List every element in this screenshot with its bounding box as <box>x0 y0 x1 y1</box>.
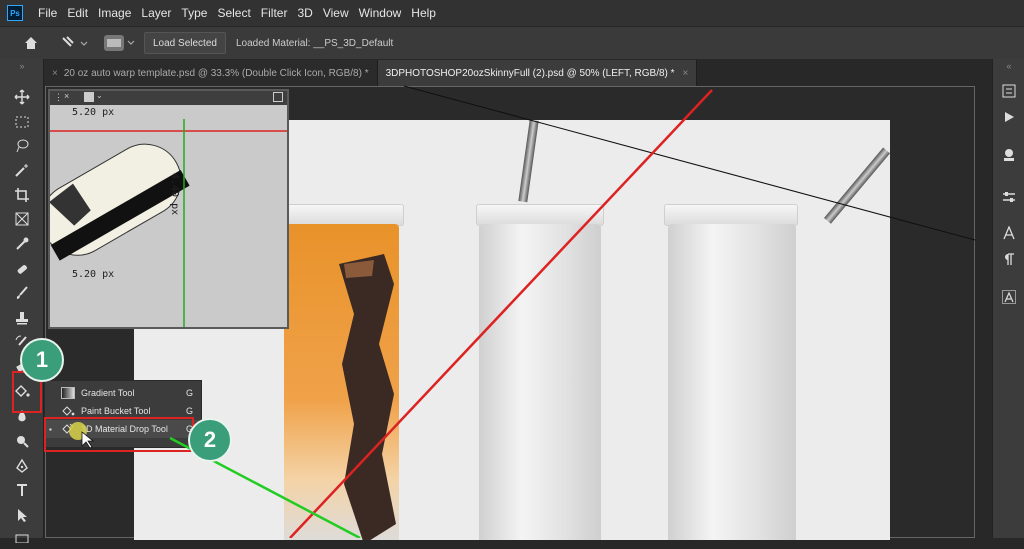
tab-label: 3DPHOTOSHOP20ozSkinnyFull (2).psd @ 50% … <box>385 67 675 79</box>
top-measurement: 5.20 px <box>72 107 115 118</box>
tumbler-lid <box>284 204 404 226</box>
menu-view[interactable]: View <box>318 6 354 20</box>
tools-panel: » <box>0 59 44 543</box>
rectangle-tool-icon[interactable] <box>10 527 34 549</box>
shortcut-key: G <box>185 406 193 416</box>
close-preview-icon[interactable]: × <box>64 91 69 101</box>
tumbler-lid <box>476 204 604 226</box>
paint-bucket-icon <box>61 405 75 417</box>
grip-icon[interactable]: ⋮ <box>54 92 63 103</box>
gradient-tool-label: Gradient Tool <box>81 388 135 398</box>
menu-bar: Ps File Edit Image Layer Type Select Fil… <box>0 0 1024 26</box>
clone-stamp-icon[interactable] <box>10 307 34 329</box>
gradient-icon <box>61 387 75 399</box>
options-bar: Load Selected Loaded Material: __PS_3D_D… <box>0 27 1024 59</box>
right-panel-dock: « <box>992 59 1024 538</box>
move-tool-icon[interactable] <box>10 86 34 108</box>
path-selection-icon[interactable] <box>10 504 34 526</box>
adjustments-panel-icon[interactable] <box>999 187 1019 207</box>
step-badge-1: 1 <box>20 338 64 382</box>
material-swatch-picker[interactable] <box>100 32 138 54</box>
close-tab-icon[interactable]: × <box>683 68 689 79</box>
home-icon[interactable] <box>14 32 48 54</box>
menu-layer[interactable]: Layer <box>136 6 176 20</box>
healing-brush-icon[interactable] <box>10 258 34 280</box>
paint-bucket-tool-label: Paint Bucket Tool <box>81 406 151 416</box>
side-measurement: 4.40 px <box>169 173 180 216</box>
tumbler-lid <box>664 204 798 226</box>
paragraph-panel-icon[interactable] <box>999 249 1019 269</box>
close-tab-icon[interactable]: × <box>52 68 58 79</box>
shortcut-key: G <box>185 388 193 398</box>
libraries-panel-icon[interactable] <box>999 145 1019 165</box>
menu-select[interactable]: Select <box>212 6 255 20</box>
orange-glitter-tumbler <box>284 224 399 540</box>
magic-wand-icon[interactable] <box>10 159 34 181</box>
tab-auto-warp-template[interactable]: × 20 oz auto warp template.psd @ 33.3% (… <box>44 60 378 86</box>
tab-label: 20 oz auto warp template.psd @ 33.3% (Do… <box>63 67 369 79</box>
step-badge-2: 2 <box>188 418 232 462</box>
glyphs-panel-icon[interactable] <box>999 287 1019 307</box>
menu-edit[interactable]: Edit <box>62 6 93 20</box>
photoshop-logo: Ps <box>7 5 23 21</box>
chevron-down-icon[interactable]: ⌄ <box>96 91 103 100</box>
document-tab-bar: × 20 oz auto warp template.psd @ 33.3% (… <box>44 60 980 86</box>
uv-preview-panel[interactable]: ⋮ × ⌄ 5.20 px 4.40 px 5.20 px <box>48 89 289 329</box>
gradient-tool-item[interactable]: Gradient Tool G <box>45 384 201 402</box>
tool-preset-picker[interactable] <box>54 32 94 54</box>
menu-type[interactable]: Type <box>176 6 212 20</box>
load-selected-button[interactable]: Load Selected <box>144 32 226 54</box>
menu-3d[interactable]: 3D <box>292 6 317 20</box>
menu-filter[interactable]: Filter <box>256 6 293 20</box>
menu-image[interactable]: Image <box>93 6 136 20</box>
pen-tool-icon[interactable] <box>10 455 34 477</box>
frame-tool-icon[interactable] <box>10 208 34 230</box>
expand-panels-icon[interactable]: « <box>999 61 1019 71</box>
loaded-material-label: Loaded Material: __PS_3D_Default <box>235 37 394 49</box>
dodge-tool-icon[interactable] <box>10 430 34 452</box>
white-tumbler <box>479 224 601 540</box>
collapse-panel-icon[interactable]: » <box>10 61 34 71</box>
flyout-highlight-box <box>44 417 194 452</box>
menu-window[interactable]: Window <box>354 6 407 20</box>
export-icon[interactable] <box>84 92 94 102</box>
actions-play-icon[interactable] <box>999 107 1019 127</box>
eyedropper-icon[interactable] <box>10 233 34 255</box>
brush-tool-icon[interactable] <box>10 282 34 304</box>
marquee-tool-icon[interactable] <box>10 111 34 133</box>
tab-3dphotoshop-skinny[interactable]: 3DPHOTOSHOP20ozSkinnyFull (2).psd @ 50% … <box>377 60 698 86</box>
menu-file[interactable]: File <box>33 6 62 20</box>
preview-header: ⋮ × ⌄ <box>50 91 287 105</box>
history-panel-icon[interactable] <box>999 81 1019 101</box>
metal-straw <box>518 120 539 203</box>
character-panel-icon[interactable] <box>999 223 1019 243</box>
lasso-tool-icon[interactable] <box>10 135 34 157</box>
crop-tool-icon[interactable] <box>10 184 34 206</box>
type-tool-icon[interactable] <box>10 479 34 501</box>
metal-straw <box>824 147 890 224</box>
white-tumbler <box>668 224 796 540</box>
bottom-measurement: 5.20 px <box>72 269 115 280</box>
menu-help[interactable]: Help <box>406 6 441 20</box>
maximize-icon[interactable] <box>273 92 283 102</box>
